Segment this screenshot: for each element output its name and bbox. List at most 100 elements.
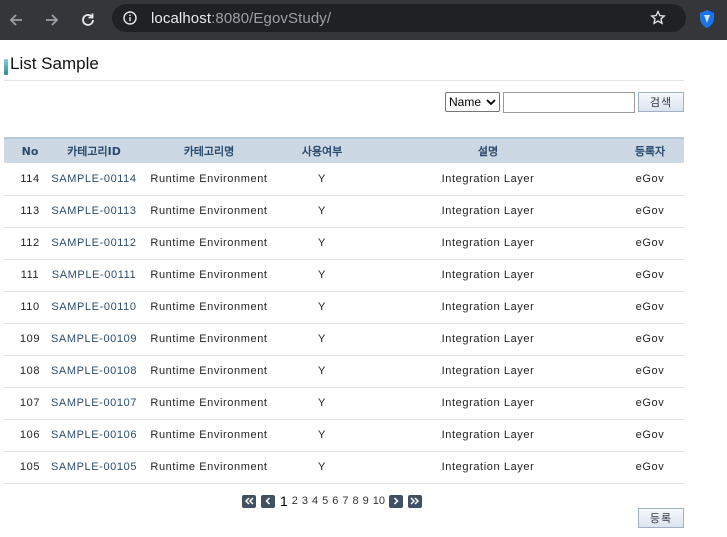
row-no: 113 xyxy=(20,205,40,217)
row-registrant: eGov xyxy=(635,172,665,185)
search-input[interactable] xyxy=(503,92,635,113)
table-row: 111 SAMPLE-00111 Runtime Environment Y Integ… xyxy=(4,259,684,291)
row-registrant: eGov xyxy=(635,205,665,217)
table-row: 112 SAMPLE-00112 Runtime Environment Y Integ… xyxy=(4,227,684,259)
row-category-id[interactable]: SAMPLE-00108 xyxy=(44,355,144,387)
first-page-icon xyxy=(244,497,254,505)
row-registrant: eGov xyxy=(635,237,665,249)
address-bar[interactable]: localhost:8080/EgovStudy/ xyxy=(112,4,686,32)
row-registrant: eGov xyxy=(635,269,665,281)
page-link[interactable]: 7 xyxy=(342,495,348,507)
row-category-id[interactable]: SAMPLE-00105 xyxy=(44,451,144,483)
last-page-icon xyxy=(410,497,420,505)
row-description: Integration Layer xyxy=(441,269,535,281)
row-no: 109 xyxy=(19,333,41,345)
page-link[interactable]: 9 xyxy=(363,495,369,507)
url-text: localhost:8080/EgovStudy/ xyxy=(151,10,331,27)
row-category-name: Runtime Environment xyxy=(150,205,268,217)
row-use-yn: Y xyxy=(318,365,326,377)
row-category-id[interactable]: SAMPLE-00110 xyxy=(44,291,144,323)
row-use-yn: Y xyxy=(318,269,326,281)
row-use-yn: Y xyxy=(318,301,326,313)
row-registrant: eGov xyxy=(635,429,665,441)
site-info-icon[interactable] xyxy=(123,11,137,25)
table-row: 108 SAMPLE-00108 Runtime Environment Y Integ… xyxy=(4,355,684,387)
table-row: 110 SAMPLE-00110 Runtime Environment Y Integ… xyxy=(4,291,684,323)
row-no: 108 xyxy=(19,365,41,377)
chevron-down-icon xyxy=(486,99,496,106)
page-link[interactable]: 8 xyxy=(353,495,359,507)
back-button[interactable] xyxy=(4,8,28,32)
page-title: List Sample xyxy=(10,54,99,73)
table-row: 107 SAMPLE-00107 Runtime Environment Y Integ… xyxy=(4,387,684,419)
search-button[interactable]: 검색 xyxy=(638,92,684,112)
page-link[interactable]: 6 xyxy=(332,495,338,507)
row-use-yn: Y xyxy=(318,397,326,409)
row-category-name: Runtime Environment xyxy=(150,461,268,473)
prev-page-icon xyxy=(265,497,271,505)
page-link[interactable]: 5 xyxy=(322,495,328,507)
table-header-row: No 카테고리ID 카테고리명 사용여부 설명 등록자 xyxy=(4,137,684,163)
search-condition-select[interactable]: Name xyxy=(445,92,500,112)
row-use-yn: Y xyxy=(318,172,326,185)
row-description: Integration Layer xyxy=(441,461,535,473)
table-row: 106 SAMPLE-00106 Runtime Environment Y Integ… xyxy=(4,419,684,451)
row-no: 107 xyxy=(19,397,41,409)
row-description: Integration Layer xyxy=(441,237,535,249)
page-link[interactable]: 10 xyxy=(373,495,385,507)
row-category-name: Runtime Environment xyxy=(150,172,268,185)
row-category-id[interactable]: SAMPLE-00114 xyxy=(44,163,144,195)
page-link[interactable]: 4 xyxy=(312,495,318,507)
row-description: Integration Layer xyxy=(441,365,535,377)
row-use-yn: Y xyxy=(318,237,326,249)
page-link[interactable]: 2 xyxy=(292,495,298,507)
row-category-name: Runtime Environment xyxy=(150,237,268,249)
forward-button[interactable] xyxy=(40,8,64,32)
row-description: Integration Layer xyxy=(441,333,535,345)
arrow-left-icon xyxy=(9,14,22,26)
row-category-id[interactable]: SAMPLE-00106 xyxy=(44,419,144,451)
bookmark-star-icon[interactable] xyxy=(650,10,666,26)
row-category-id[interactable]: SAMPLE-00109 xyxy=(44,323,144,355)
title-marker-icon xyxy=(4,59,8,75)
current-page: 1 xyxy=(280,493,288,509)
browser-toolbar: localhost:8080/EgovStudy/ xyxy=(0,0,727,40)
url-path: :8080/EgovStudy/ xyxy=(211,10,332,27)
next-page-button[interactable] xyxy=(389,494,404,508)
shield-extension-icon[interactable] xyxy=(698,9,716,29)
table-row: 105 SAMPLE-00105 Runtime Environment Y Integ… xyxy=(4,451,684,483)
row-category-name: Runtime Environment xyxy=(150,429,268,441)
column-header-registrant: 등록자 xyxy=(606,137,684,163)
page-title-bar: List Sample xyxy=(4,52,99,76)
row-no: 110 xyxy=(20,301,40,313)
row-no: 105 xyxy=(19,461,41,473)
row-no: 112 xyxy=(20,237,40,249)
first-page-button[interactable] xyxy=(242,494,256,508)
page-link[interactable]: 3 xyxy=(302,495,308,507)
row-category-id[interactable]: SAMPLE-00107 xyxy=(44,387,144,419)
row-no: 114 xyxy=(20,172,40,185)
row-use-yn: Y xyxy=(318,333,326,345)
reload-button[interactable] xyxy=(76,8,100,32)
row-category-name: Runtime Environment xyxy=(150,301,268,313)
row-description: Integration Layer xyxy=(441,397,535,409)
row-description: Integration Layer xyxy=(441,205,535,217)
row-category-name: Runtime Environment xyxy=(150,365,268,377)
row-registrant: eGov xyxy=(635,461,665,473)
table-row: 113 SAMPLE-00113 Runtime Environment Y Integ… xyxy=(4,195,684,227)
row-category-id[interactable]: SAMPLE-00113 xyxy=(44,195,144,227)
row-category-id[interactable]: SAMPLE-00112 xyxy=(44,227,144,259)
row-category-id[interactable]: SAMPLE-00111 xyxy=(44,259,144,291)
row-use-yn: Y xyxy=(318,429,326,441)
row-description: Integration Layer xyxy=(441,429,535,441)
row-category-name: Runtime Environment xyxy=(150,397,268,409)
table-row: 109 SAMPLE-00109 Runtime Environment Y Integ… xyxy=(4,323,684,355)
url-host: localhost xyxy=(151,10,212,27)
prev-page-button[interactable] xyxy=(261,494,275,508)
column-header-no: No xyxy=(4,137,44,163)
last-page-button[interactable] xyxy=(408,494,423,508)
column-header-use-yn: 사용여부 xyxy=(274,137,370,163)
register-button[interactable]: 등록 xyxy=(638,508,684,528)
row-registrant: eGov xyxy=(635,333,665,345)
arrow-right-icon xyxy=(46,14,59,26)
